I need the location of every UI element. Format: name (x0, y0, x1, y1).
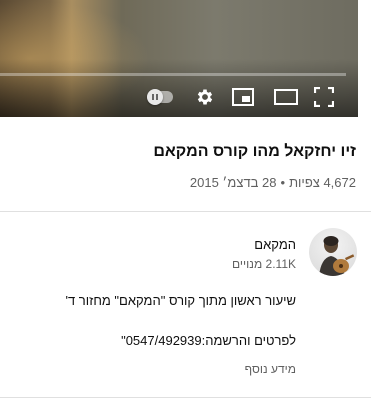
autoplay-toggle[interactable] (146, 86, 174, 108)
video-meta: 4,672 צפיות•28 בדצמ׳ 2015 (36, 175, 356, 190)
fullscreen-icon[interactable] (313, 86, 335, 108)
channel-avatar[interactable] (309, 228, 357, 276)
miniplayer-icon[interactable] (231, 86, 255, 108)
video-player[interactable] (0, 0, 358, 117)
autoplay-toggle-track (147, 89, 173, 105)
divider (0, 397, 371, 398)
theater-mode-icon[interactable] (273, 86, 299, 108)
video-title: זיו יחזקאל מהו קורס המקאם (153, 143, 356, 160)
subscriber-count: 2.11K מנויים (232, 257, 296, 271)
upload-date: 28 בדצמ׳ 2015 (189, 175, 277, 190)
view-count: 4,672 צפיות (289, 175, 356, 190)
channel-name[interactable]: המקאם (254, 237, 296, 252)
pause-icon (147, 89, 163, 105)
divider (0, 211, 371, 212)
controls-gradient (0, 59, 358, 117)
avatar-image (319, 236, 355, 276)
show-more-button[interactable]: מידע נוסף (245, 362, 296, 376)
description-line: שיעור ראשון מתוך קורס "המקאם" מחזור ד' (65, 293, 297, 308)
description-line: לפרטים והרשמה:0547/492939" (121, 333, 296, 348)
progress-bar[interactable] (0, 73, 346, 76)
meta-separator: • (280, 175, 286, 190)
gear-icon[interactable] (194, 86, 216, 108)
